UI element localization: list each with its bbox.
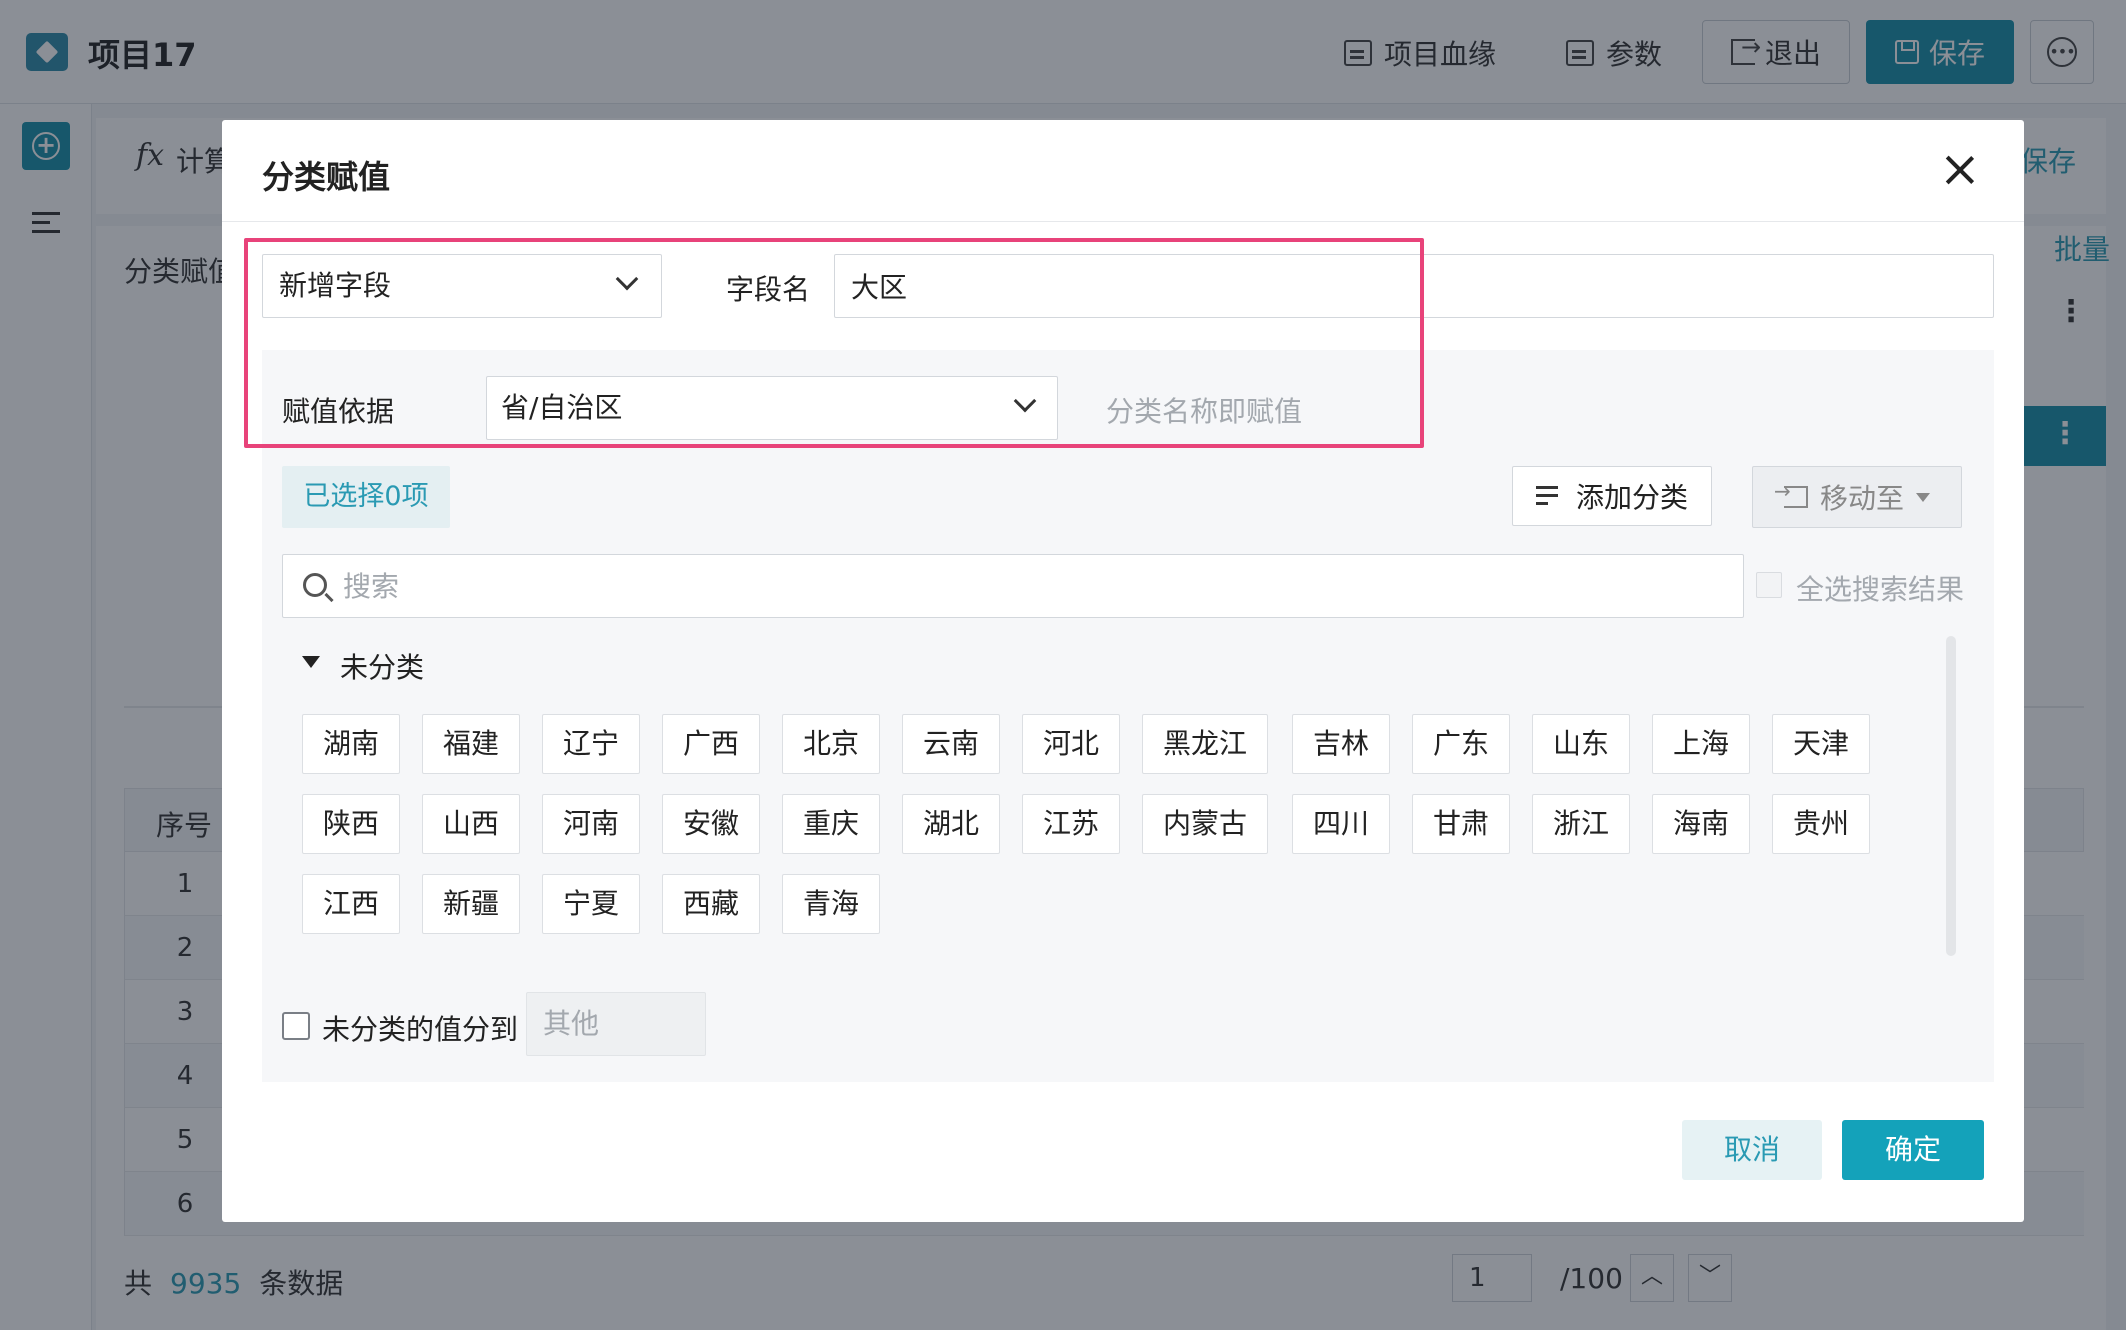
basis-select[interactable]: 省/自治区 xyxy=(486,376,1058,440)
dialog-title: 分类赋值 xyxy=(262,158,391,196)
value-tag[interactable]: 上海 xyxy=(1652,714,1750,774)
value-tag[interactable]: 北京 xyxy=(782,714,880,774)
unassigned-checkbox[interactable] xyxy=(282,1012,310,1040)
value-tag[interactable]: 湖北 xyxy=(902,794,1000,854)
value-tag[interactable]: 河南 xyxy=(542,794,640,854)
value-tag[interactable]: 浙江 xyxy=(1532,794,1630,854)
field-type-value: 新增字段 xyxy=(279,269,392,302)
basis-value: 省/自治区 xyxy=(501,391,623,424)
value-tag[interactable]: 河北 xyxy=(1022,714,1120,774)
value-tag[interactable]: 天津 xyxy=(1772,714,1870,774)
move-to-button[interactable]: 移动至 xyxy=(1752,466,1962,528)
scrollbar[interactable] xyxy=(1946,636,1956,956)
group-title: 未分类 xyxy=(340,651,425,684)
search-input[interactable] xyxy=(343,563,1723,609)
select-all-checkbox[interactable] xyxy=(1756,572,1782,598)
value-tag[interactable]: 黑龙江 xyxy=(1142,714,1268,774)
value-tag[interactable]: 安徽 xyxy=(662,794,760,854)
value-tag[interactable]: 湖南 xyxy=(302,714,400,774)
add-list-icon xyxy=(1535,484,1562,508)
value-tag[interactable]: 辽宁 xyxy=(542,714,640,774)
chevron-down-icon xyxy=(615,267,639,291)
chevron-down-icon xyxy=(1013,389,1037,413)
field-name-input[interactable] xyxy=(834,254,1994,318)
value-tag[interactable]: 内蒙古 xyxy=(1142,794,1268,854)
value-tag[interactable]: 宁夏 xyxy=(542,874,640,934)
value-tag[interactable]: 青海 xyxy=(782,874,880,934)
add-category-label: 添加分类 xyxy=(1575,481,1688,514)
selected-count-badge: 已选择0项 xyxy=(282,466,450,528)
move-icon xyxy=(1774,479,1808,508)
add-category-button[interactable]: 添加分类 xyxy=(1512,466,1712,526)
cancel-button[interactable]: 取消 xyxy=(1682,1120,1822,1180)
value-tag[interactable]: 重庆 xyxy=(782,794,880,854)
search-icon xyxy=(303,573,327,597)
select-all-label: 全选搜索结果 xyxy=(1796,573,1965,606)
category-assign-dialog: 分类赋值 新增字段 字段名 赋值依据 省/自治区 分类名称即赋值 已选择0项 添… xyxy=(222,120,2024,1222)
value-tag[interactable]: 江西 xyxy=(302,874,400,934)
value-tag[interactable]: 吉林 xyxy=(1292,714,1390,774)
value-tag[interactable]: 贵州 xyxy=(1772,794,1870,854)
field-name-label: 字段名 xyxy=(726,273,811,306)
value-tag[interactable]: 四川 xyxy=(1292,794,1390,854)
confirm-button[interactable]: 确定 xyxy=(1842,1120,1984,1180)
caret-down-icon xyxy=(1916,492,1930,502)
move-to-label: 移动至 xyxy=(1819,482,1904,515)
value-tag[interactable]: 新疆 xyxy=(422,874,520,934)
value-tag[interactable]: 广东 xyxy=(1412,714,1510,774)
value-tag[interactable]: 海南 xyxy=(1652,794,1750,854)
value-tag[interactable]: 山东 xyxy=(1532,714,1630,774)
dialog-header: 分类赋值 xyxy=(222,120,2024,222)
basis-label: 赋值依据 xyxy=(282,395,395,428)
value-tag[interactable]: 云南 xyxy=(902,714,1000,774)
close-icon[interactable] xyxy=(1942,152,1978,188)
value-tag[interactable]: 广西 xyxy=(662,714,760,774)
value-tag[interactable]: 甘肃 xyxy=(1412,794,1510,854)
value-tag[interactable]: 山西 xyxy=(422,794,520,854)
collapse-caret-icon[interactable] xyxy=(302,656,320,668)
field-type-select[interactable]: 新增字段 xyxy=(262,254,662,318)
basis-hint: 分类名称即赋值 xyxy=(1106,395,1303,428)
search-box xyxy=(282,554,1744,618)
value-tag[interactable]: 福建 xyxy=(422,714,520,774)
value-tag[interactable]: 江苏 xyxy=(1022,794,1120,854)
value-tag[interactable]: 陕西 xyxy=(302,794,400,854)
value-tag[interactable]: 西藏 xyxy=(662,874,760,934)
unassigned-label: 未分类的值分到 xyxy=(322,1013,519,1046)
unassigned-value-input[interactable]: 其他 xyxy=(526,992,706,1056)
